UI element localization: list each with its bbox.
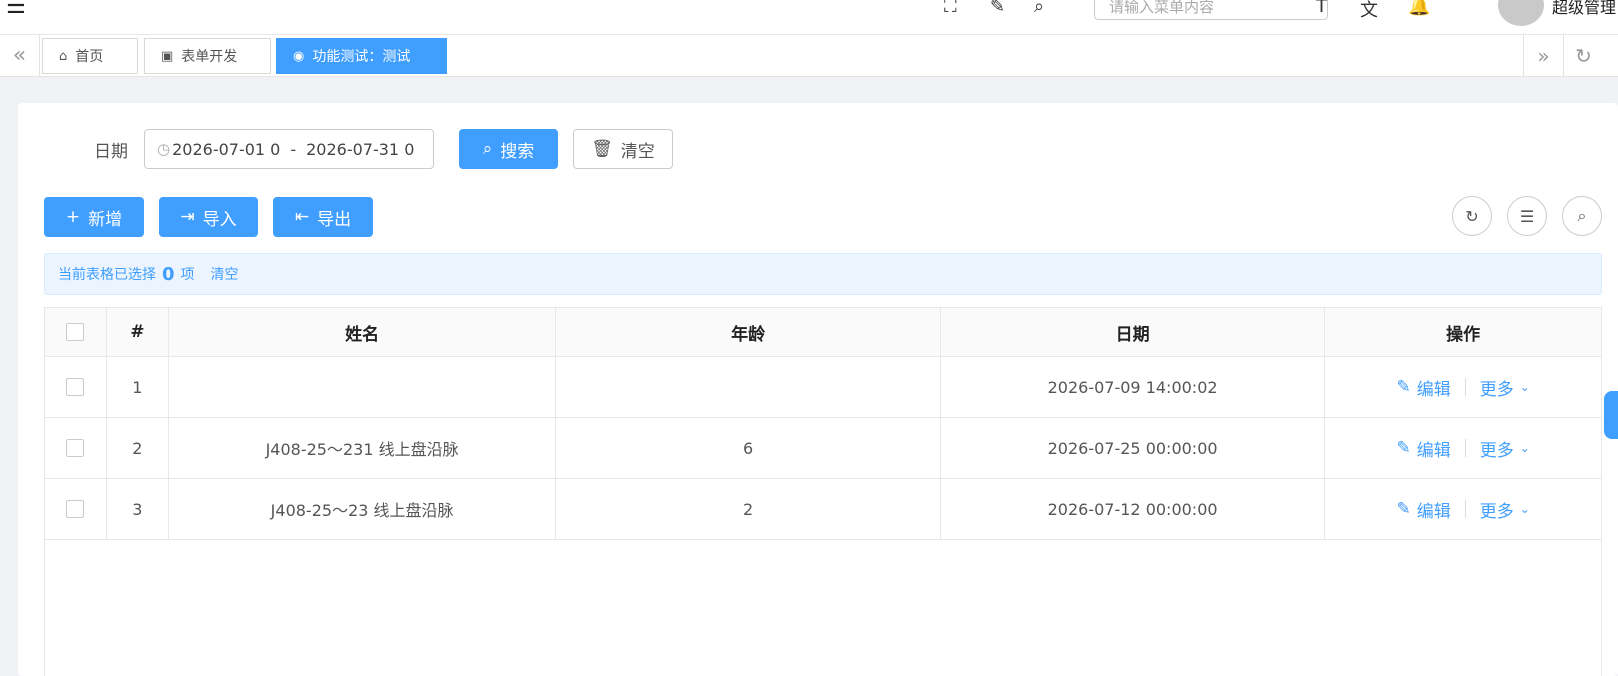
row-date: 2026-07-25 00:00:00 xyxy=(941,418,1326,478)
search-button[interactable]: ⌕ 搜索 xyxy=(459,129,558,169)
trash-icon: 🗑 xyxy=(591,139,613,159)
more-dropdown[interactable]: 更多 ⌄ xyxy=(1480,497,1530,522)
row-date: 2026-07-12 00:00:00 xyxy=(941,479,1326,539)
row-age: 6 xyxy=(556,418,941,478)
date-end[interactable]: 2026-07-31 0 xyxy=(306,140,414,159)
tag-home[interactable]: ⌂ 首页 xyxy=(42,38,138,74)
column-settings-icon[interactable]: ☰ xyxy=(1507,196,1547,236)
home-icon: ⌂ xyxy=(59,48,68,64)
tag-function-test[interactable]: ◉ 功能测试：测试 xyxy=(276,38,447,74)
row-name: J408-25～23 线上盘沿脉 xyxy=(169,479,557,539)
table-row[interactable]: 1 2026-07-09 14:00:02 ✎ 编辑 更多 ⌄ xyxy=(45,357,1601,418)
more-dropdown[interactable]: 更多 ⌄ xyxy=(1480,436,1530,461)
toggle-search-icon[interactable]: ⌕ xyxy=(1562,196,1602,236)
export-icon: ⇤ xyxy=(294,207,310,227)
table-row[interactable]: 2 J408-25～231 线上盘沿脉 6 2026-07-25 00:00:0… xyxy=(45,418,1601,479)
date-range-picker[interactable]: ◷ 2026-07-01 0 - 2026-07-31 0 xyxy=(144,129,434,169)
edit-button[interactable]: ✎ 编辑 xyxy=(1397,375,1451,400)
row-name xyxy=(169,357,557,417)
select-all-checkbox[interactable] xyxy=(66,323,85,341)
import-icon: ⇥ xyxy=(180,207,195,227)
clear-selection-link[interactable]: 清空 xyxy=(211,264,239,284)
tags-scroll-right-icon[interactable]: » xyxy=(1523,35,1563,76)
tag-label: 首页 xyxy=(75,49,104,65)
edit-button[interactable]: ✎ 编辑 xyxy=(1397,497,1451,522)
row-index: 3 xyxy=(107,479,169,539)
side-drawer-tab[interactable] xyxy=(1604,391,1618,439)
row-checkbox[interactable] xyxy=(66,439,85,457)
top-header: ☰ ⛶ ✎ ⌕ 请输入菜单内容 T 文 🔔 超级管理 xyxy=(0,0,1618,35)
search-icon[interactable]: ⌕ xyxy=(1034,0,1044,17)
bell-icon[interactable]: 🔔 xyxy=(1408,0,1430,17)
export-button[interactable]: ⇤ 导出 xyxy=(273,197,373,237)
tag-label: 表单开发 xyxy=(181,49,238,65)
row-checkbox[interactable] xyxy=(66,378,85,396)
translate-icon[interactable]: 文 xyxy=(1360,0,1378,22)
col-header-age: 年龄 xyxy=(556,308,941,356)
col-header-date: 日期 xyxy=(941,308,1326,356)
refresh-table-icon[interactable]: ↻ xyxy=(1452,196,1492,236)
row-index: 1 xyxy=(107,357,169,417)
edit-icon: ✎ xyxy=(1396,377,1411,397)
date-filter-label: 日期 xyxy=(94,142,128,162)
menu-toggle-icon[interactable]: ☰ xyxy=(6,0,26,19)
table-header: # 姓名 年龄 日期 操作 xyxy=(45,308,1601,357)
selection-count: 0 xyxy=(162,263,175,285)
date-start[interactable]: 2026-07-01 0 xyxy=(172,140,280,159)
tag-label: 功能测试：测试 xyxy=(312,49,411,65)
row-age xyxy=(556,357,941,417)
import-button[interactable]: ⇥ 导入 xyxy=(159,197,258,237)
divider xyxy=(1464,439,1466,457)
avatar[interactable] xyxy=(1498,0,1544,26)
eye-icon: ◉ xyxy=(293,48,305,64)
clean-icon[interactable]: ✎ xyxy=(990,0,1005,17)
form-icon: ▣ xyxy=(161,48,174,64)
user-name[interactable]: 超级管理 xyxy=(1552,0,1616,18)
font-size-icon[interactable]: T xyxy=(1316,0,1327,17)
more-dropdown[interactable]: 更多 ⌄ xyxy=(1480,375,1530,400)
row-index: 2 xyxy=(107,418,169,478)
chevron-down-icon: ⌄ xyxy=(1519,441,1530,455)
tags-bar: « ⌂ 首页 ▣ 表单开发 ◉ 功能测试：测试 » ↻ xyxy=(0,35,1618,77)
row-checkbox[interactable] xyxy=(66,500,85,518)
edit-icon: ✎ xyxy=(1396,499,1411,519)
chevron-down-icon: ⌄ xyxy=(1519,502,1530,516)
col-header-name: 姓名 xyxy=(169,308,557,356)
col-header-index: # xyxy=(107,308,169,356)
menu-search-input[interactable]: 请输入菜单内容 xyxy=(1094,0,1328,20)
tags-scroll-left-icon[interactable]: « xyxy=(0,35,40,76)
data-table: # 姓名 年龄 日期 操作 1 2026-07-09 14:00:02 ✎ 编辑 … xyxy=(44,307,1602,676)
clock-icon: ◷ xyxy=(157,140,171,158)
row-age: 2 xyxy=(556,479,941,539)
selection-alert: 当前表格已选择 0 项 清空 xyxy=(44,253,1602,295)
add-button[interactable]: + 新增 xyxy=(44,197,144,237)
plus-icon: + xyxy=(65,207,81,227)
tag-form-dev[interactable]: ▣ 表单开发 xyxy=(144,38,271,74)
edit-button[interactable]: ✎ 编辑 xyxy=(1397,436,1451,461)
col-header-actions: 操作 xyxy=(1446,324,1481,345)
table-row[interactable]: 3 J408-25～23 线上盘沿脉 2 2026-07-12 00:00:00… xyxy=(45,479,1601,540)
chevron-down-icon: ⌄ xyxy=(1519,380,1530,394)
edit-icon: ✎ xyxy=(1396,438,1411,458)
date-separator: - xyxy=(290,139,297,159)
row-name: J408-25～231 线上盘沿脉 xyxy=(169,418,557,478)
search-icon: ⌕ xyxy=(482,139,493,159)
fullscreen-icon[interactable]: ⛶ xyxy=(944,0,957,17)
divider xyxy=(1464,500,1466,518)
refresh-tab-icon[interactable]: ↻ xyxy=(1563,35,1603,76)
divider xyxy=(1464,378,1466,396)
clear-button[interactable]: 🗑 清空 xyxy=(573,129,673,169)
row-date: 2026-07-09 14:00:02 xyxy=(941,357,1326,417)
